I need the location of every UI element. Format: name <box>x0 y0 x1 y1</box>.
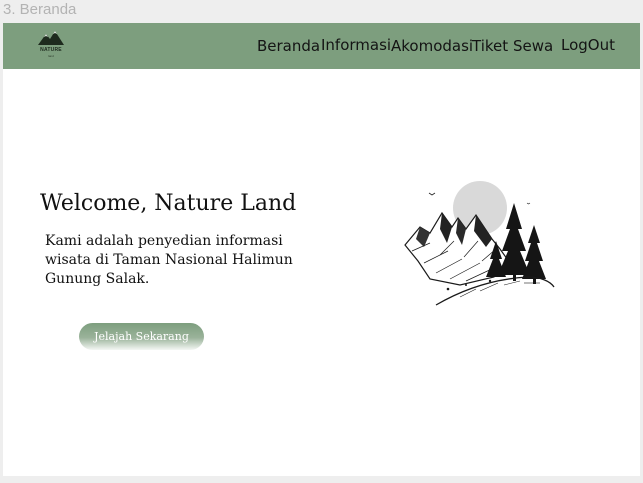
nav-sewa[interactable]: Sewa <box>513 37 553 55</box>
mountain-forest-illustration <box>400 181 556 309</box>
nav-informasi[interactable]: Informasi <box>321 36 391 54</box>
nav-logout[interactable]: LogOut <box>561 36 615 54</box>
logo-subtext: land <box>48 54 54 58</box>
frame-label: 3. Beranda <box>3 1 77 18</box>
logo-text: NATURE <box>40 47 62 53</box>
explore-now-button[interactable]: Jelajah Sekarang <box>79 323 204 350</box>
mountain-illustration-icon <box>404 181 555 306</box>
welcome-title: Welcome, Nature Land <box>40 191 297 216</box>
nav-tiket[interactable]: Tiket <box>472 37 508 55</box>
mountain-logo-icon <box>38 31 64 45</box>
nav-beranda[interactable]: Beranda <box>257 37 320 55</box>
nav-akomodasi[interactable]: Akomodasi <box>391 37 473 55</box>
homepage-frame: NATURE land Beranda Informasi Akomodasi … <box>3 23 640 476</box>
navbar: NATURE land Beranda Informasi Akomodasi … <box>3 23 640 69</box>
nature-land-logo[interactable]: NATURE land <box>33 27 69 61</box>
hero-description: Kami adalah penyedian informasi wisata d… <box>45 233 293 287</box>
